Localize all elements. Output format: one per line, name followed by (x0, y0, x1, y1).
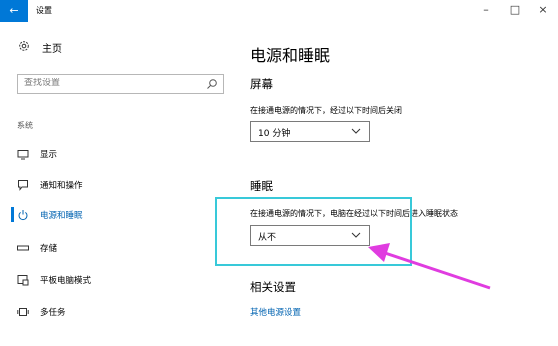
search-box[interactable] (17, 74, 224, 94)
sleep-heading: 睡眠 (250, 179, 273, 193)
close-button[interactable]: × (536, 3, 550, 16)
sidebar-home[interactable]: 主页 (18, 40, 62, 55)
tablet-mode-icon (17, 274, 29, 286)
related-settings-heading: 相关设置 (250, 280, 296, 294)
multitask-icon (17, 306, 29, 318)
annotation-arrow-icon (368, 243, 491, 290)
maximize-button[interactable]: □ (508, 3, 522, 16)
sidebar-item-label: 通知和操作 (40, 181, 83, 191)
notification-icon (17, 179, 29, 191)
screen-description: 在接通电源的情况下，经过以下时间后关闭 (250, 106, 402, 115)
sidebar-item-label: 显示 (40, 150, 58, 160)
sidebar-item-power-sleep[interactable]: 电源和睡眠 (17, 206, 217, 224)
back-button[interactable]: ← (0, 0, 28, 22)
window-title: 设置 (36, 6, 52, 15)
search-icon[interactable] (206, 78, 218, 93)
active-indicator (11, 207, 14, 222)
power-icon (17, 209, 29, 221)
sidebar-item-label: 多任务 (40, 308, 66, 318)
sidebar-item-display[interactable]: 显示 (17, 145, 217, 163)
screen-timeout-value: 10 分钟 (258, 129, 291, 139)
title-bar: ← 设置 – □ × (0, 0, 558, 22)
sidebar-item-notifications[interactable]: 通知和操作 (17, 176, 217, 194)
sidebar-item-label: 平板电脑模式 (40, 276, 92, 286)
additional-power-settings-link[interactable]: 其他电源设置 (250, 306, 301, 318)
minimize-button[interactable]: – (479, 3, 493, 16)
sidebar-item-multitasking[interactable]: 多任务 (17, 303, 217, 321)
display-icon (17, 148, 29, 160)
gear-icon (18, 40, 30, 55)
back-arrow-icon: ← (9, 4, 19, 17)
sidebar-item-label: 电源和睡眠 (40, 211, 83, 221)
chevron-down-icon (351, 127, 361, 138)
page-title: 电源和睡眠 (250, 46, 331, 65)
screen-heading: 屏幕 (250, 77, 273, 91)
sidebar-home-label: 主页 (42, 44, 62, 55)
storage-icon (17, 242, 29, 254)
search-input[interactable] (24, 78, 204, 88)
sidebar-item-label: 存储 (40, 244, 58, 254)
sidebar-item-tablet-mode[interactable]: 平板电脑模式 (17, 271, 217, 289)
sidebar-item-storage[interactable]: 存储 (17, 239, 217, 257)
screen-timeout-dropdown[interactable]: 10 分钟 (250, 121, 370, 142)
sidebar-section-label: 系统 (17, 121, 33, 130)
